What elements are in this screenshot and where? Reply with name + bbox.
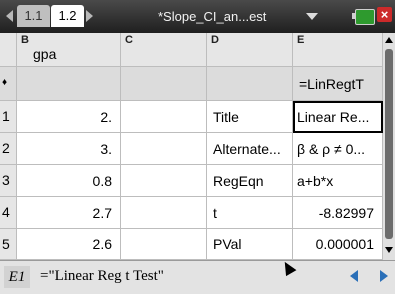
cell-e3[interactable]: a+b*x <box>293 165 383 197</box>
cell-d4[interactable]: t <box>207 197 293 229</box>
cell-b4[interactable]: 2.7 <box>17 197 121 229</box>
row-number: 1 <box>2 108 10 124</box>
column-header-c[interactable]: C <box>121 33 207 67</box>
spreadsheet-grid: B gpa C D E ♦ =LinRegtT 1 2. Title Linea… <box>0 33 383 260</box>
cell-e1[interactable]: Linear Re... <box>293 101 383 133</box>
scrollbar-thumb[interactable] <box>385 49 393 239</box>
chevron-down-icon[interactable] <box>306 13 318 20</box>
column-letter: C <box>125 34 133 46</box>
cell-c1[interactable] <box>121 101 207 133</box>
cell-e5[interactable]: 0.000001 <box>293 229 383 260</box>
row-header[interactable]: 5 <box>0 229 17 260</box>
row-header[interactable]: 3 <box>0 165 17 197</box>
entry-line: E1 ="Linear Reg t Test" <box>0 260 395 294</box>
document-title: *Slope_CI_an...est <box>158 9 267 24</box>
cell-e2[interactable]: β & ρ ≠ 0... <box>293 133 383 165</box>
column-name: gpa <box>33 46 57 62</box>
calculator-screen: 1.1 1.2 *Slope_CI_an...est × B gpa C D E… <box>0 0 395 294</box>
row-header[interactable]: 4 <box>0 197 17 229</box>
column-letter: B <box>21 34 29 46</box>
tab-1-1[interactable]: 1.1 <box>17 5 50 27</box>
row-header[interactable]: 1 <box>0 101 17 133</box>
cell-c3[interactable] <box>121 165 207 197</box>
row-number: 4 <box>2 204 10 220</box>
column-letter: E <box>297 34 305 46</box>
scroll-up-icon[interactable] <box>385 37 393 43</box>
cell-b2[interactable]: 3. <box>17 133 121 165</box>
column-header-e[interactable]: E <box>293 33 383 67</box>
scroll-down-icon[interactable] <box>385 247 393 253</box>
row-number: 2 <box>2 140 10 156</box>
cell-b5[interactable]: 2.6 <box>17 229 121 260</box>
next-arrow-icon[interactable] <box>380 270 388 282</box>
close-icon[interactable]: × <box>377 7 392 22</box>
previous-arrow-icon[interactable] <box>350 270 358 282</box>
column-header-d[interactable]: D <box>207 33 293 67</box>
formula-cell-d[interactable] <box>207 67 293 101</box>
next-page-icon[interactable] <box>86 10 93 22</box>
cell-c5[interactable] <box>121 229 207 260</box>
tab-1-2[interactable]: 1.2 <box>51 5 84 27</box>
row-number: 3 <box>2 172 10 188</box>
diamond-icon: ♦ <box>2 77 8 88</box>
prev-page-icon[interactable] <box>6 10 13 22</box>
cell-b3[interactable]: 0.8 <box>17 165 121 197</box>
cell-d1[interactable]: Title <box>207 101 293 133</box>
formula-row-marker[interactable]: ♦ <box>0 67 17 101</box>
cell-d3[interactable]: RegEqn <box>207 165 293 197</box>
row-number: 5 <box>2 236 10 252</box>
cell-c4[interactable] <box>121 197 207 229</box>
cell-b1[interactable]: 2. <box>17 101 121 133</box>
cell-d2[interactable]: Alternate... <box>207 133 293 165</box>
formula-cell-b[interactable] <box>17 67 121 101</box>
document-toolbar: 1.1 1.2 *Slope_CI_an...est × <box>0 0 395 33</box>
corner-cell[interactable] <box>0 33 17 67</box>
cell-reference: E1 <box>4 266 30 288</box>
formula-cell-e[interactable]: =LinRegtT <box>293 67 383 101</box>
vertical-scrollbar[interactable] <box>383 33 395 260</box>
battery-icon <box>355 9 375 25</box>
cell-e4[interactable]: -8.82997 <box>293 197 383 229</box>
cell-c2[interactable] <box>121 133 207 165</box>
row-header[interactable]: 2 <box>0 133 17 165</box>
column-letter: D <box>211 34 219 46</box>
column-header-b[interactable]: B gpa <box>17 33 121 67</box>
formula-cell-c[interactable] <box>121 67 207 101</box>
cell-d5[interactable]: PVal <box>207 229 293 260</box>
entry-input[interactable]: ="Linear Reg t Test" <box>40 268 164 285</box>
